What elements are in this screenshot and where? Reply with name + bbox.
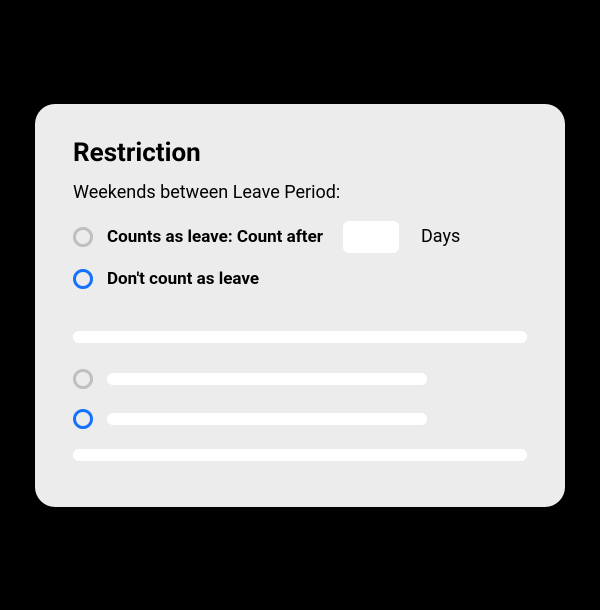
days-suffix: Days [421,226,460,247]
restriction-subtitle: Weekends between Leave Period: [73,182,527,203]
radio-counts-as-leave[interactable] [73,227,93,247]
restriction-title: Restriction [73,138,527,168]
restriction-card: Restriction Weekends between Leave Perio… [35,104,565,507]
radio-dont-count[interactable] [73,269,93,289]
option-counts-as-leave-label: Counts as leave: Count after [107,227,323,247]
skeleton-radio-2[interactable] [73,409,93,429]
skeleton-placeholder-bar [73,331,527,343]
skeleton-placeholder-line [107,413,427,425]
option-dont-count-label: Don't count as leave [107,269,259,289]
option-dont-count[interactable]: Don't count as leave [73,269,527,289]
days-input[interactable] [343,221,399,253]
skeleton-radio-1[interactable] [73,369,93,389]
skeleton-option-row-2 [73,409,527,429]
skeleton-placeholder-line [107,373,427,385]
skeleton-option-row-1 [73,369,527,389]
option-counts-as-leave[interactable]: Counts as leave: Count after Days [73,221,527,253]
skeleton-placeholder-bar-bottom [73,449,527,461]
